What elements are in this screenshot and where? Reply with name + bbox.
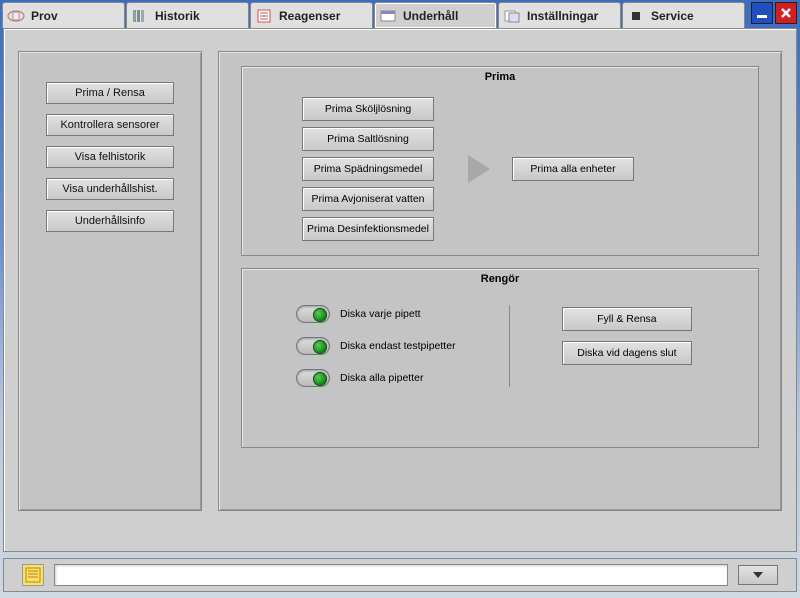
- close-button[interactable]: [775, 2, 797, 24]
- rengor-group-title: Rengör: [242, 273, 758, 285]
- tab-label: Prov: [31, 9, 58, 23]
- tab-label: Service: [651, 9, 694, 23]
- button-label: Prima Avjoniserat vatten: [311, 193, 424, 205]
- content-panel: Prima Prima Sköljlösning Prima Saltlösni…: [218, 51, 782, 511]
- reagenser-icon: [255, 8, 273, 24]
- sidebar-item-label: Kontrollera sensorer: [60, 119, 159, 131]
- tab-service[interactable]: Service: [622, 2, 745, 28]
- prima-avjoniserat-vatten-button[interactable]: Prima Avjoniserat vatten: [302, 187, 434, 211]
- tab-reagenser[interactable]: Reagenser: [250, 2, 373, 28]
- sidebar-item-label: Visa underhållshist.: [62, 183, 157, 195]
- tab-prov[interactable]: Prov: [2, 2, 125, 28]
- main-panel: Prima / Rensa Kontrollera sensorer Visa …: [3, 28, 797, 552]
- prima-skoljlosning-button[interactable]: Prima Sköljlösning: [302, 97, 434, 121]
- sidebar-visa-felhistorik[interactable]: Visa felhistorik: [46, 146, 174, 168]
- prima-alla-enheter-button[interactable]: Prima alla enheter: [512, 157, 634, 181]
- tab-label: Reagenser: [279, 9, 340, 23]
- toggle-icon: [296, 305, 330, 323]
- status-dropdown-button[interactable]: [738, 565, 778, 585]
- diska-vid-dagens-slut-button[interactable]: Diska vid dagens slut: [562, 341, 692, 365]
- play-arrow-icon: [468, 155, 490, 183]
- button-label: Prima Desinfektionsmedel: [307, 223, 429, 235]
- prima-group: Prima Prima Sköljlösning Prima Saltlösni…: [241, 66, 759, 256]
- toggle-icon: [296, 369, 330, 387]
- toggle-diska-alla-pipetter[interactable]: Diska alla pipetter: [296, 369, 509, 387]
- minimize-button[interactable]: [751, 2, 773, 24]
- button-label: Diska vid dagens slut: [577, 347, 676, 359]
- tab-label: Underhåll: [403, 9, 458, 23]
- tab-historik[interactable]: Historik: [126, 2, 249, 28]
- sidebar-item-label: Underhållsinfo: [75, 215, 145, 227]
- toggle-label: Diska endast testpipetter: [340, 340, 456, 352]
- tab-label: Historik: [155, 9, 200, 23]
- toggle-diska-endast-testpipetter[interactable]: Diska endast testpipetter: [296, 337, 509, 355]
- status-bar: [3, 558, 797, 592]
- button-label: Prima Saltlösning: [327, 133, 409, 145]
- sidebar-underhallsinfo[interactable]: Underhållsinfo: [46, 210, 174, 232]
- chevron-down-icon: [753, 572, 763, 578]
- underhall-icon: [379, 8, 397, 24]
- sidebar-item-label: Visa felhistorik: [75, 151, 146, 163]
- fyll-rensa-button[interactable]: Fyll & Rensa: [562, 307, 692, 331]
- sidebar-visa-underhallshist[interactable]: Visa underhållshist.: [46, 178, 174, 200]
- prov-icon: [7, 8, 25, 24]
- toggle-icon: [296, 337, 330, 355]
- sidebar-kontrollera-sensorer[interactable]: Kontrollera sensorer: [46, 114, 174, 136]
- tab-underhall[interactable]: Underhåll: [374, 2, 497, 28]
- prima-desinfektionsmedel-button[interactable]: Prima Desinfektionsmedel: [302, 217, 434, 241]
- prima-group-title: Prima: [242, 71, 758, 83]
- tab-installningar[interactable]: Inställningar: [498, 2, 621, 28]
- sidebar-prima-rensa[interactable]: Prima / Rensa: [46, 82, 174, 104]
- status-note-icon: [22, 564, 44, 586]
- prima-saltlosning-button[interactable]: Prima Saltlösning: [302, 127, 434, 151]
- sidebar-panel: Prima / Rensa Kontrollera sensorer Visa …: [18, 51, 202, 511]
- toggle-label: Diska alla pipetter: [340, 372, 423, 384]
- sidebar-item-label: Prima / Rensa: [75, 87, 145, 99]
- toggle-diska-varje-pipett[interactable]: Diska varje pipett: [296, 305, 509, 323]
- tab-label: Inställningar: [527, 9, 598, 23]
- toggle-label: Diska varje pipett: [340, 308, 421, 320]
- service-icon: [627, 8, 645, 24]
- button-label: Prima Spädningsmedel: [314, 163, 423, 175]
- button-label: Prima Sköljlösning: [325, 103, 411, 115]
- installningar-icon: [503, 8, 521, 24]
- tab-bar: Prov Historik Reagenser Underhåll Instäl…: [0, 0, 800, 30]
- button-label: Prima alla enheter: [530, 163, 615, 175]
- rengor-group: Rengör Diska varje pipett Diska endast t…: [241, 268, 759, 448]
- status-input[interactable]: [54, 564, 728, 586]
- historik-icon: [131, 8, 149, 24]
- prima-spadningsmedel-button[interactable]: Prima Spädningsmedel: [302, 157, 434, 181]
- button-label: Fyll & Rensa: [597, 313, 657, 325]
